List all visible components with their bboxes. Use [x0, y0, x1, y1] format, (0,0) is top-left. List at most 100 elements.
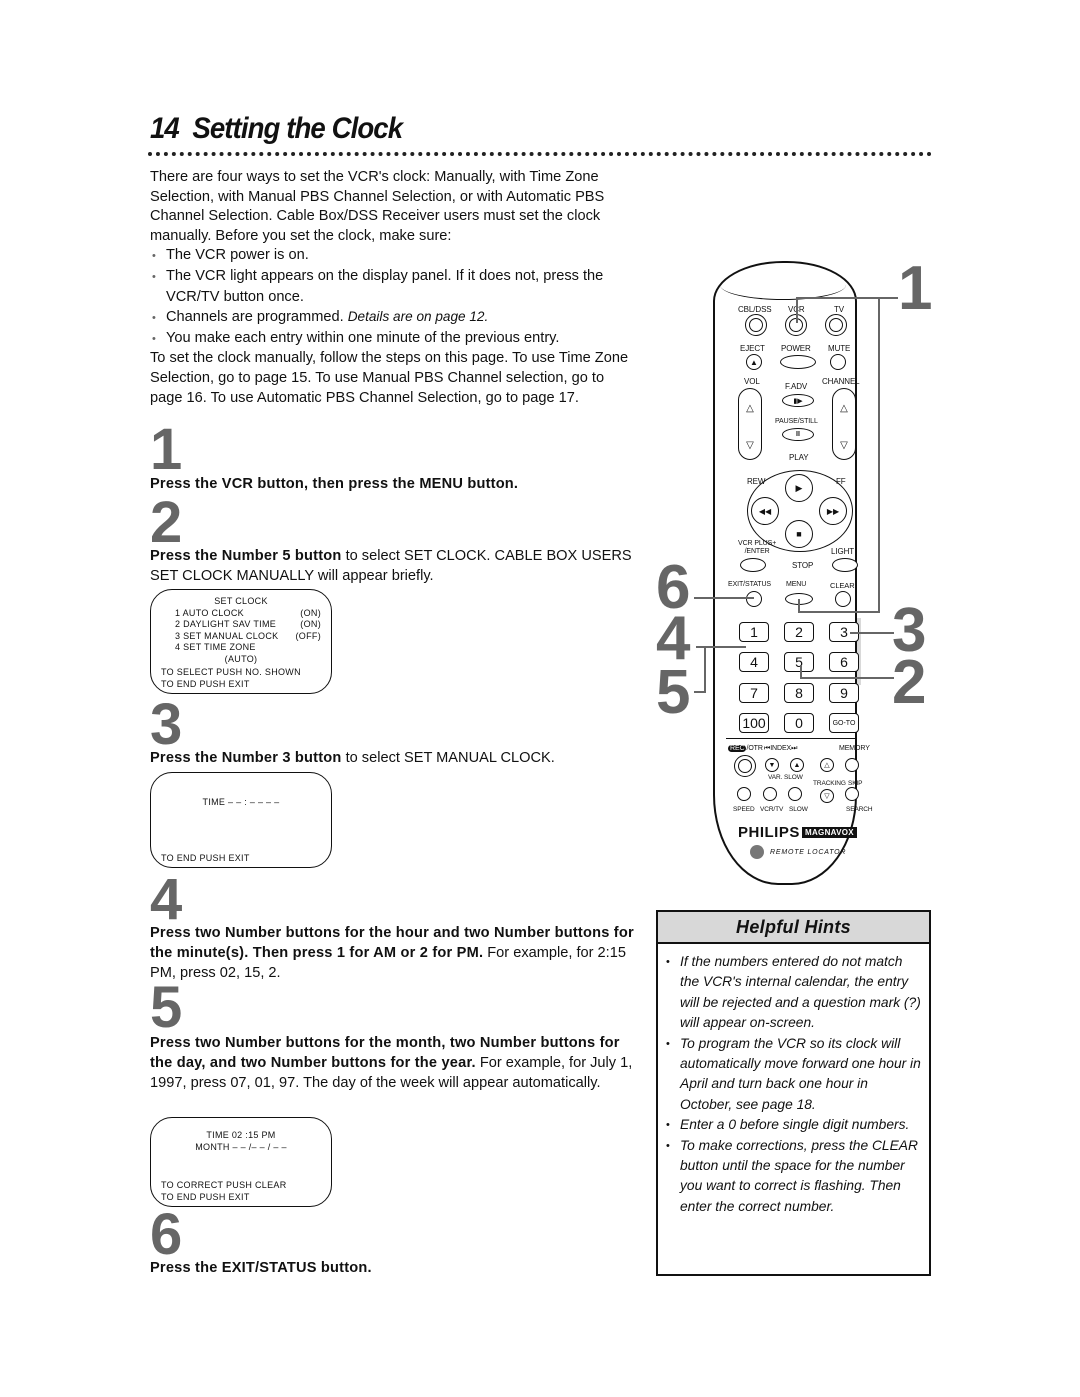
- cbl-dss-button[interactable]: [745, 314, 767, 336]
- time-field: TIME 02 :15 PM: [206, 1130, 276, 1140]
- tracking-up-button[interactable]: △: [820, 758, 834, 772]
- label-power: POWER: [781, 344, 811, 353]
- step-instruction: Press two Number buttons for the month, …: [150, 1035, 633, 1091]
- fast-forward-icon: ▶▶: [826, 506, 840, 516]
- clear-button[interactable]: [835, 591, 851, 607]
- screen-footer: TO END PUSH EXIT: [161, 678, 250, 689]
- menu-option-value: (AUTO): [224, 653, 258, 664]
- tracking-down-button[interactable]: ▽: [820, 789, 834, 803]
- tracking-down-icon: ▽: [824, 793, 830, 800]
- number-button-6[interactable]: 6: [829, 652, 859, 672]
- channel-rocker[interactable]: △ ▽: [832, 388, 856, 460]
- dotted-divider: [148, 152, 932, 156]
- prerequisite-item: Channels are programmed. Details are on …: [150, 307, 640, 329]
- number-button-1[interactable]: 1: [739, 622, 769, 642]
- f-adv-button[interactable]: ▮▶: [782, 394, 814, 407]
- memory-button[interactable]: [845, 758, 859, 772]
- exit-status-button[interactable]: [746, 591, 762, 607]
- label-light: LIGHT: [831, 547, 855, 556]
- go-to-button[interactable]: GO-TO: [829, 713, 859, 733]
- number-button-9[interactable]: 9: [829, 683, 859, 703]
- label-vcr-tv: VCR/TV: [760, 806, 784, 813]
- label-memory: MEMORY: [839, 745, 870, 752]
- callout-line: [694, 691, 706, 693]
- page-number: 14: [150, 112, 180, 145]
- menu-option: 1 AUTO CLOCK (ON): [175, 607, 321, 618]
- label-tracking: TRACKING: [813, 780, 846, 787]
- callout-line: [800, 665, 802, 679]
- tv-screen-set-clock: SET CLOCK 1 AUTO CLOCK (ON) 2 DAYLIGHT SA…: [150, 589, 332, 694]
- step-instruction: Press the EXIT/STATUS button.: [150, 1260, 372, 1276]
- label-var-slow: VAR. SLOW: [768, 774, 803, 781]
- number-button-2[interactable]: 2: [784, 622, 814, 642]
- rec-otr-button[interactable]: [734, 755, 756, 777]
- channel-down-icon: ▽: [840, 440, 848, 451]
- intro-section: There are four ways to set the VCR's clo…: [150, 168, 640, 408]
- label-index: ⏮INDEX⏭: [764, 745, 798, 752]
- play-button[interactable]: ▶: [785, 474, 813, 502]
- number-button-5[interactable]: 5: [784, 652, 814, 672]
- label-tv: TV: [834, 305, 845, 314]
- tv-screen-date-entry: TIME 02 :15 PM MONTH – – /– – / – – TO C…: [150, 1117, 332, 1207]
- slow-button[interactable]: [788, 787, 802, 801]
- step-number: 3: [150, 692, 183, 757]
- screen-footer: TO CORRECT PUSH CLEAR: [161, 1180, 287, 1190]
- step-number: 4: [150, 867, 183, 932]
- volume-down-icon: ▽: [746, 440, 754, 451]
- step-instruction: Press the Number 3 button to select SET …: [150, 750, 555, 766]
- callout-step-5: 5: [656, 658, 691, 727]
- index-forward-button[interactable]: ▲: [790, 758, 804, 772]
- vcr-tv-button[interactable]: [763, 787, 777, 801]
- rewind-button[interactable]: ◀◀: [751, 497, 779, 525]
- mute-button[interactable]: [830, 354, 846, 370]
- number-button-0[interactable]: 0: [784, 713, 814, 733]
- label-channel: CHANNEL: [822, 377, 860, 386]
- screen-title: SET CLOCK: [214, 596, 268, 606]
- index-back-button[interactable]: ▼: [765, 758, 779, 772]
- pause-icon: II: [796, 431, 800, 438]
- power-button[interactable]: [780, 355, 816, 369]
- screen-footer: TO END PUSH EXIT: [161, 852, 250, 863]
- time-field: TIME – – : – – – –: [202, 797, 280, 807]
- date-field: MONTH – – /– – / – –: [195, 1141, 287, 1152]
- screen-footer: TO SELECT PUSH NO. SHOWN: [161, 667, 301, 677]
- number-button-8[interactable]: 8: [784, 683, 814, 703]
- frame-advance-icon: ▮▶: [793, 397, 803, 405]
- stop-icon: ■: [796, 529, 802, 539]
- page-title: 14 Setting the Clock: [150, 112, 403, 146]
- label-menu: MENU: [786, 581, 807, 588]
- light-button[interactable]: [832, 558, 858, 572]
- label-exit-status: EXIT/STATUS: [728, 581, 771, 588]
- vcr-plus-enter-button[interactable]: [740, 558, 766, 572]
- label-cbl-dss: CBL/DSS: [738, 305, 772, 314]
- callout-line: [694, 597, 754, 599]
- number-button-100[interactable]: 100: [739, 713, 769, 733]
- step-number: 2: [150, 490, 183, 555]
- play-icon: ▶: [795, 482, 803, 493]
- hint-item: Enter a 0 before single digit numbers.: [666, 1115, 921, 1136]
- skip-search-button[interactable]: [845, 787, 859, 801]
- eject-button[interactable]: ▲: [746, 354, 762, 370]
- prerequisite-list: The VCR power is on. The VCR light appea…: [150, 246, 640, 349]
- step-number: 6: [150, 1202, 183, 1267]
- remote-control-illustration: CBL/DSS VCR TV EJECT POWER MUTE ▲ VOL F.…: [640, 255, 940, 905]
- number-button-4[interactable]: 4: [739, 652, 769, 672]
- volume-rocker[interactable]: △ ▽: [738, 388, 762, 460]
- label-search: SEARCH: [846, 806, 873, 813]
- callout-step-1: 1: [898, 254, 933, 323]
- tracking-up-icon: △: [824, 762, 830, 769]
- tv-button[interactable]: [825, 314, 847, 336]
- intro-paragraph: There are four ways to set the VCR's clo…: [150, 169, 605, 244]
- callout-line: [796, 297, 798, 323]
- callout-line: [798, 599, 800, 613]
- label-mute: MUTE: [828, 344, 851, 353]
- tv-screen-manual-time: TIME – – : – – – – TO END PUSH EXIT: [150, 772, 332, 868]
- pause-still-button[interactable]: II: [782, 428, 814, 441]
- page-title-text: Setting the Clock: [192, 112, 403, 145]
- number-button-7[interactable]: 7: [739, 683, 769, 703]
- callout-line: [800, 677, 894, 679]
- rewind-icon: ◀◀: [758, 506, 772, 516]
- speed-button[interactable]: [737, 787, 751, 801]
- stop-button[interactable]: ■: [785, 520, 813, 548]
- fast-forward-button[interactable]: ▶▶: [819, 497, 847, 525]
